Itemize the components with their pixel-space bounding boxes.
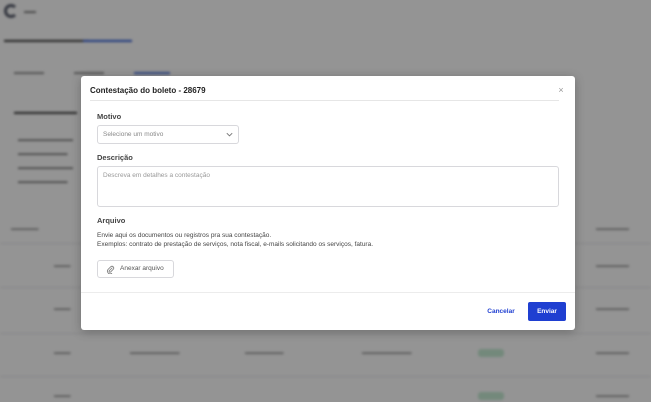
footer-divider [81,292,575,293]
close-icon: × [558,85,564,95]
attach-file-label: Anexar arquivo [120,265,164,272]
contestation-modal: Contestação do boleto - 28679 × Motivo S… [81,76,575,330]
motivo-label: Motivo [97,112,122,121]
cancel-button[interactable]: Cancelar [481,303,521,321]
submit-button[interactable]: Enviar [528,302,566,321]
arquivo-help-line-1: Envie aqui os documentos ou registros pr… [97,232,272,239]
descricao-label: Descrição [97,153,133,162]
arquivo-label: Arquivo [97,216,126,225]
close-button[interactable]: × [555,84,567,96]
arquivo-help-text: Envie aqui os documentos ou registros pr… [97,231,373,249]
motivo-select[interactable]: Selecione um motivo [97,125,239,144]
modal-title: Contestação do boleto - 28679 [90,86,206,95]
attach-file-button[interactable]: Anexar arquivo [97,260,174,278]
header-divider [90,100,559,101]
descricao-textarea[interactable]: Descreva em detalhes a contestação [97,166,559,207]
chevron-down-icon [226,132,233,137]
paperclip-icon [107,265,115,274]
descricao-placeholder: Descreva em detalhes a contestação [103,172,210,179]
arquivo-help-line-2: Exemplos: contrato de prestação de servi… [97,241,374,248]
motivo-select-value: Selecione um motivo [103,131,164,138]
